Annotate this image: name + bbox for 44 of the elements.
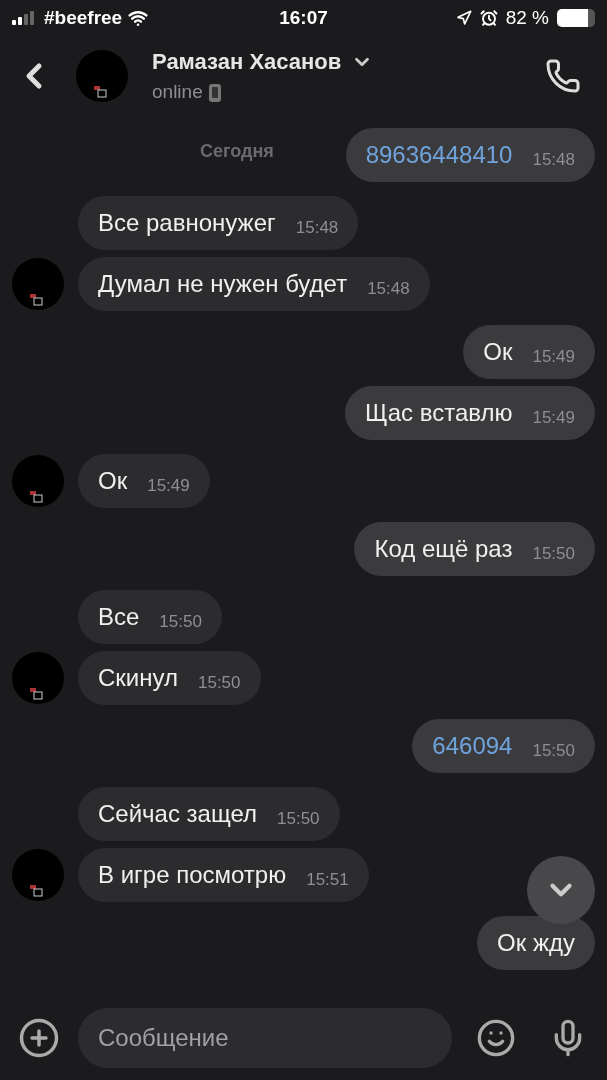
avatar[interactable] (12, 849, 64, 901)
avatar[interactable] (76, 50, 128, 102)
message-time: 15:50 (532, 740, 575, 763)
message-text: Код ещё раз (374, 534, 513, 564)
message-text: Щас вставлю (364, 398, 513, 428)
avatar[interactable] (12, 258, 64, 310)
message-time: 15:48 (532, 149, 575, 172)
message-text: Сейчас защел (98, 799, 257, 829)
message-text: Скинул (98, 663, 178, 693)
clock: 16:07 (279, 5, 328, 30)
message-time: 15:50 (159, 611, 202, 634)
message-time: 15:48 (367, 278, 410, 301)
message-time: 15:48 (295, 217, 339, 240)
message-text: Думал не нужен будет (98, 269, 348, 299)
message-text: В игре посмотрю (98, 860, 287, 890)
message-text: Ок жду (497, 928, 575, 958)
contact-name[interactable]: Рамазан Хасанов (152, 45, 342, 79)
contact-status: online (152, 80, 203, 105)
message-text: Все равнонужег (98, 208, 276, 238)
message-text: Ок (98, 466, 128, 496)
message-time: 15:49 (532, 407, 575, 430)
call-icon[interactable] (545, 58, 581, 94)
date-label: Сегодня (200, 140, 274, 163)
message-text: Ок (483, 337, 513, 367)
phone-device-icon (208, 83, 221, 102)
battery-percent: 82 % (505, 5, 549, 30)
message-time: 15:51 (306, 869, 349, 892)
avatar[interactable] (12, 652, 64, 704)
message-text[interactable]: 89636448410 (365, 137, 513, 173)
message-text[interactable]: 646094 (432, 728, 513, 764)
message-text: Все (98, 602, 140, 632)
message-time: 15:49 (147, 475, 190, 498)
add-icon[interactable] (18, 1017, 60, 1059)
message-time: 15:50 (197, 672, 241, 695)
location-icon (455, 10, 472, 26)
avatar[interactable] (12, 455, 64, 507)
message-time: 15:49 (532, 346, 575, 369)
alarm-icon (479, 9, 498, 27)
message-input[interactable]: Сообщение (78, 1008, 452, 1068)
wifi-icon (128, 8, 149, 28)
carrier-name: #beefree (44, 5, 123, 30)
emoji-icon[interactable] (476, 1018, 516, 1058)
message-time: 15:50 (277, 808, 320, 831)
message-time: 15:50 (532, 543, 575, 566)
